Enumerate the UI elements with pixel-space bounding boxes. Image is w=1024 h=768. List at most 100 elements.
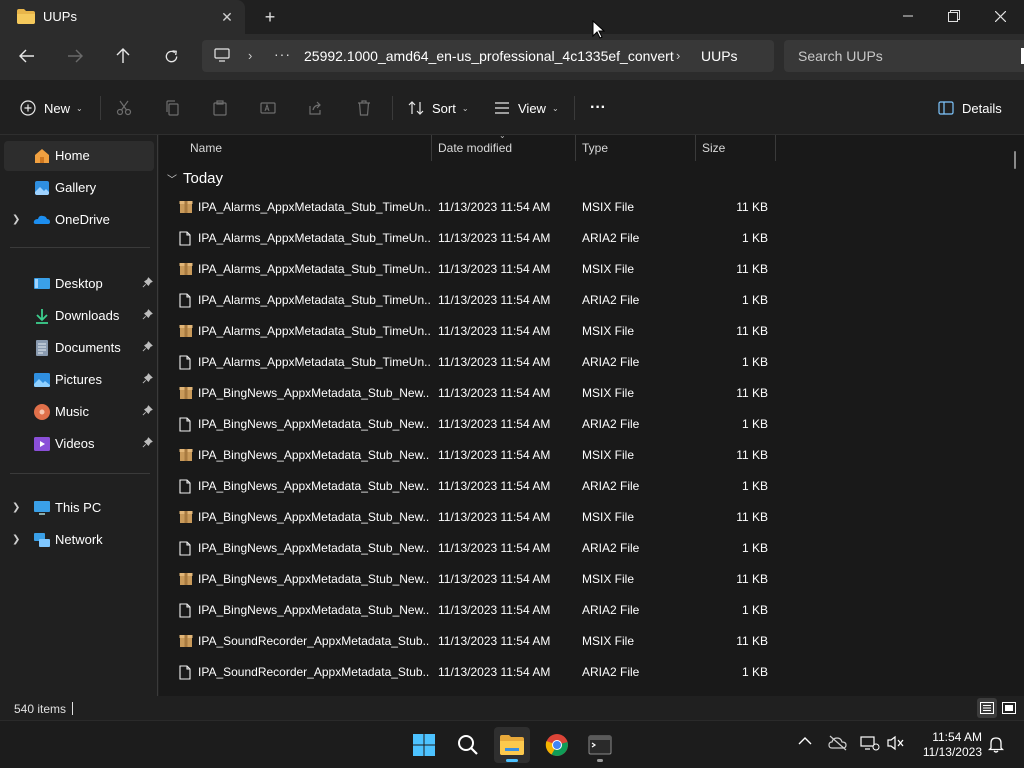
file-row[interactable]: IPA_Alarms_AppxMetadata_Stub_TimeUn... 11… <box>171 254 775 285</box>
sidebar-item-label: OneDrive <box>55 212 110 227</box>
rename-button[interactable] <box>260 94 276 122</box>
column-header-name[interactable]: Name <box>190 141 222 155</box>
file-name: IPA_BingNews_AppxMetadata_Stub_New... <box>198 510 430 524</box>
sidebar-item-pictures[interactable]: Pictures <box>4 365 154 395</box>
column-header-type[interactable]: Type <box>582 141 608 155</box>
pin-icon[interactable] <box>142 437 153 451</box>
taskbar-file-explorer[interactable] <box>494 727 530 763</box>
close-window-button[interactable] <box>977 0 1023 32</box>
file-date: 11/13/2023 11:54 AM <box>438 386 551 400</box>
chevron-right-icon[interactable]: › <box>676 48 680 63</box>
chevron-up-icon[interactable] <box>798 735 812 749</box>
minimize-button[interactable] <box>885 0 931 32</box>
sidebar-item-music[interactable]: Music <box>4 397 154 427</box>
file-icon <box>179 665 191 683</box>
breadcrumb-folder[interactable]: 25992.1000_amd64_en-us_professional_4c13… <box>304 48 674 64</box>
share-button[interactable] <box>308 94 324 122</box>
file-row[interactable]: IPA_Alarms_AppxMetadata_Stub_TimeUn... 11… <box>171 347 775 378</box>
file-row[interactable]: IPA_Alarms_AppxMetadata_Stub_TimeUn... 11… <box>171 223 775 254</box>
file-row[interactable]: IPA_SoundRecorder_AppxMetadata_Stub... 11… <box>171 626 775 657</box>
sort-button[interactable]: Sort ⌄ <box>408 94 469 122</box>
sidebar-item-home[interactable]: Home <box>4 141 154 171</box>
view-button[interactable]: View ⌄ <box>494 94 559 122</box>
pin-icon[interactable] <box>142 277 153 291</box>
sidebar-item-network[interactable]: ❯ Network <box>4 525 154 555</box>
chevron-right-icon[interactable]: ❯ <box>12 214 20 225</box>
taskbar-clock[interactable]: 11:54 AM 11/13/2023 <box>912 730 982 760</box>
chevron-right-icon[interactable]: ❯ <box>12 534 20 545</box>
sidebar-item-videos[interactable]: Videos <box>4 429 154 459</box>
sidebar-item-this-pc[interactable]: ❯ This PC <box>4 493 154 523</box>
forward-button[interactable] <box>60 42 90 70</box>
sidebar-item-documents[interactable]: Documents <box>4 333 154 363</box>
file-row[interactable]: IPA_BingNews_AppxMetadata_Stub_New... 11/… <box>171 595 775 626</box>
file-row[interactable]: IPA_BingNews_AppxMetadata_Stub_New... 11/… <box>171 378 775 409</box>
pin-icon[interactable] <box>142 405 153 419</box>
breadcrumb-overflow[interactable]: ··· <box>274 46 291 62</box>
pin-icon[interactable] <box>142 373 153 387</box>
column-divider[interactable] <box>695 135 696 161</box>
copy-button[interactable] <box>164 94 180 122</box>
file-row[interactable]: IPA_BingNews_AppxMetadata_Stub_New... 11/… <box>171 440 775 471</box>
address-bar[interactable]: › ··· 25992.1000_amd64_en-us_professiona… <box>202 40 774 72</box>
chevron-right-icon[interactable]: ❯ <box>12 502 20 513</box>
network-status-icon[interactable] <box>860 735 880 754</box>
taskbar-chrome[interactable] <box>539 727 575 763</box>
file-row[interactable]: IPA_SoundRecorder_AppxMetadata_Stub... 11… <box>171 657 775 688</box>
sort-label: Sort <box>432 100 456 116</box>
tab-uups[interactable]: UUPs ✕ <box>0 0 245 34</box>
computer-icon[interactable] <box>214 48 230 65</box>
taskbar-search-button[interactable] <box>450 727 486 763</box>
file-row[interactable]: IPA_Alarms_AppxMetadata_Stub_TimeUn... 11… <box>171 192 775 223</box>
column-divider[interactable] <box>575 135 576 161</box>
column-divider[interactable] <box>775 135 776 161</box>
volume-muted-icon[interactable] <box>886 735 906 754</box>
file-size: 1 KB <box>741 665 768 679</box>
videos-icon <box>33 435 51 453</box>
sidebar-item-desktop[interactable]: Desktop <box>4 269 154 299</box>
file-row[interactable]: IPA_Alarms_AppxMetadata_Stub_TimeUn... 11… <box>171 285 775 316</box>
file-row[interactable]: IPA_BingNews_AppxMetadata_Stub_New... 11/… <box>171 471 775 502</box>
file-row[interactable]: IPA_BingNews_AppxMetadata_Stub_New... 11/… <box>171 502 775 533</box>
notification-bell-icon[interactable] <box>987 735 1005 756</box>
cut-button[interactable] <box>116 94 132 122</box>
scrollbar-thumb[interactable] <box>1014 151 1016 169</box>
file-type: MSIX File <box>582 324 635 338</box>
details-button[interactable]: Details <box>938 94 1002 122</box>
tiles-view-button[interactable] <box>999 698 1019 718</box>
sidebar-item-onedrive[interactable]: ❯ OneDrive <box>4 205 154 235</box>
new-tab-button[interactable]: + <box>257 6 283 28</box>
file-date: 11/13/2023 11:54 AM <box>438 448 551 462</box>
column-header-date[interactable]: Date modified <box>438 141 512 155</box>
sidebar-item-gallery[interactable]: Gallery <box>4 173 154 203</box>
column-header-size[interactable]: Size <box>702 141 725 155</box>
file-row[interactable]: IPA_BingNews_AppxMetadata_Stub_New... 11/… <box>171 533 775 564</box>
home-icon <box>33 147 51 165</box>
file-row[interactable]: IPA_BingNews_AppxMetadata_Stub_New... 11/… <box>171 409 775 440</box>
breadcrumb-current[interactable]: UUPs <box>701 48 738 64</box>
group-header-today[interactable]: ﹀ Today <box>167 170 223 187</box>
sidebar-item-downloads[interactable]: Downloads <box>4 301 154 331</box>
file-row[interactable]: IPA_BingNews_AppxMetadata_Stub_New... 11/… <box>171 564 775 595</box>
refresh-button[interactable] <box>156 42 186 70</box>
column-divider[interactable] <box>431 135 432 161</box>
search-input[interactable]: Search UUPs <box>784 40 1024 72</box>
restore-button[interactable] <box>931 0 977 32</box>
more-options-button[interactable]: ··· <box>590 94 606 122</box>
new-button[interactable]: New ⌄ <box>20 94 83 122</box>
details-label: Details <box>962 100 1002 116</box>
file-row[interactable]: IPA_Alarms_AppxMetadata_Stub_TimeUn... 11… <box>171 316 775 347</box>
chevron-right-icon[interactable]: › <box>248 48 252 63</box>
pin-icon[interactable] <box>142 309 153 323</box>
paste-button[interactable] <box>212 94 228 122</box>
delete-button[interactable] <box>356 94 372 122</box>
taskbar-terminal[interactable] <box>582 727 618 763</box>
cloud-offline-icon[interactable] <box>828 735 848 754</box>
pin-icon[interactable] <box>142 341 153 355</box>
up-button[interactable] <box>108 42 138 70</box>
back-button[interactable] <box>12 42 42 70</box>
close-tab-icon[interactable]: ✕ <box>216 6 238 28</box>
file-name: IPA_SoundRecorder_AppxMetadata_Stub... <box>198 665 430 679</box>
details-view-button[interactable] <box>977 698 997 718</box>
start-button[interactable] <box>406 727 442 763</box>
